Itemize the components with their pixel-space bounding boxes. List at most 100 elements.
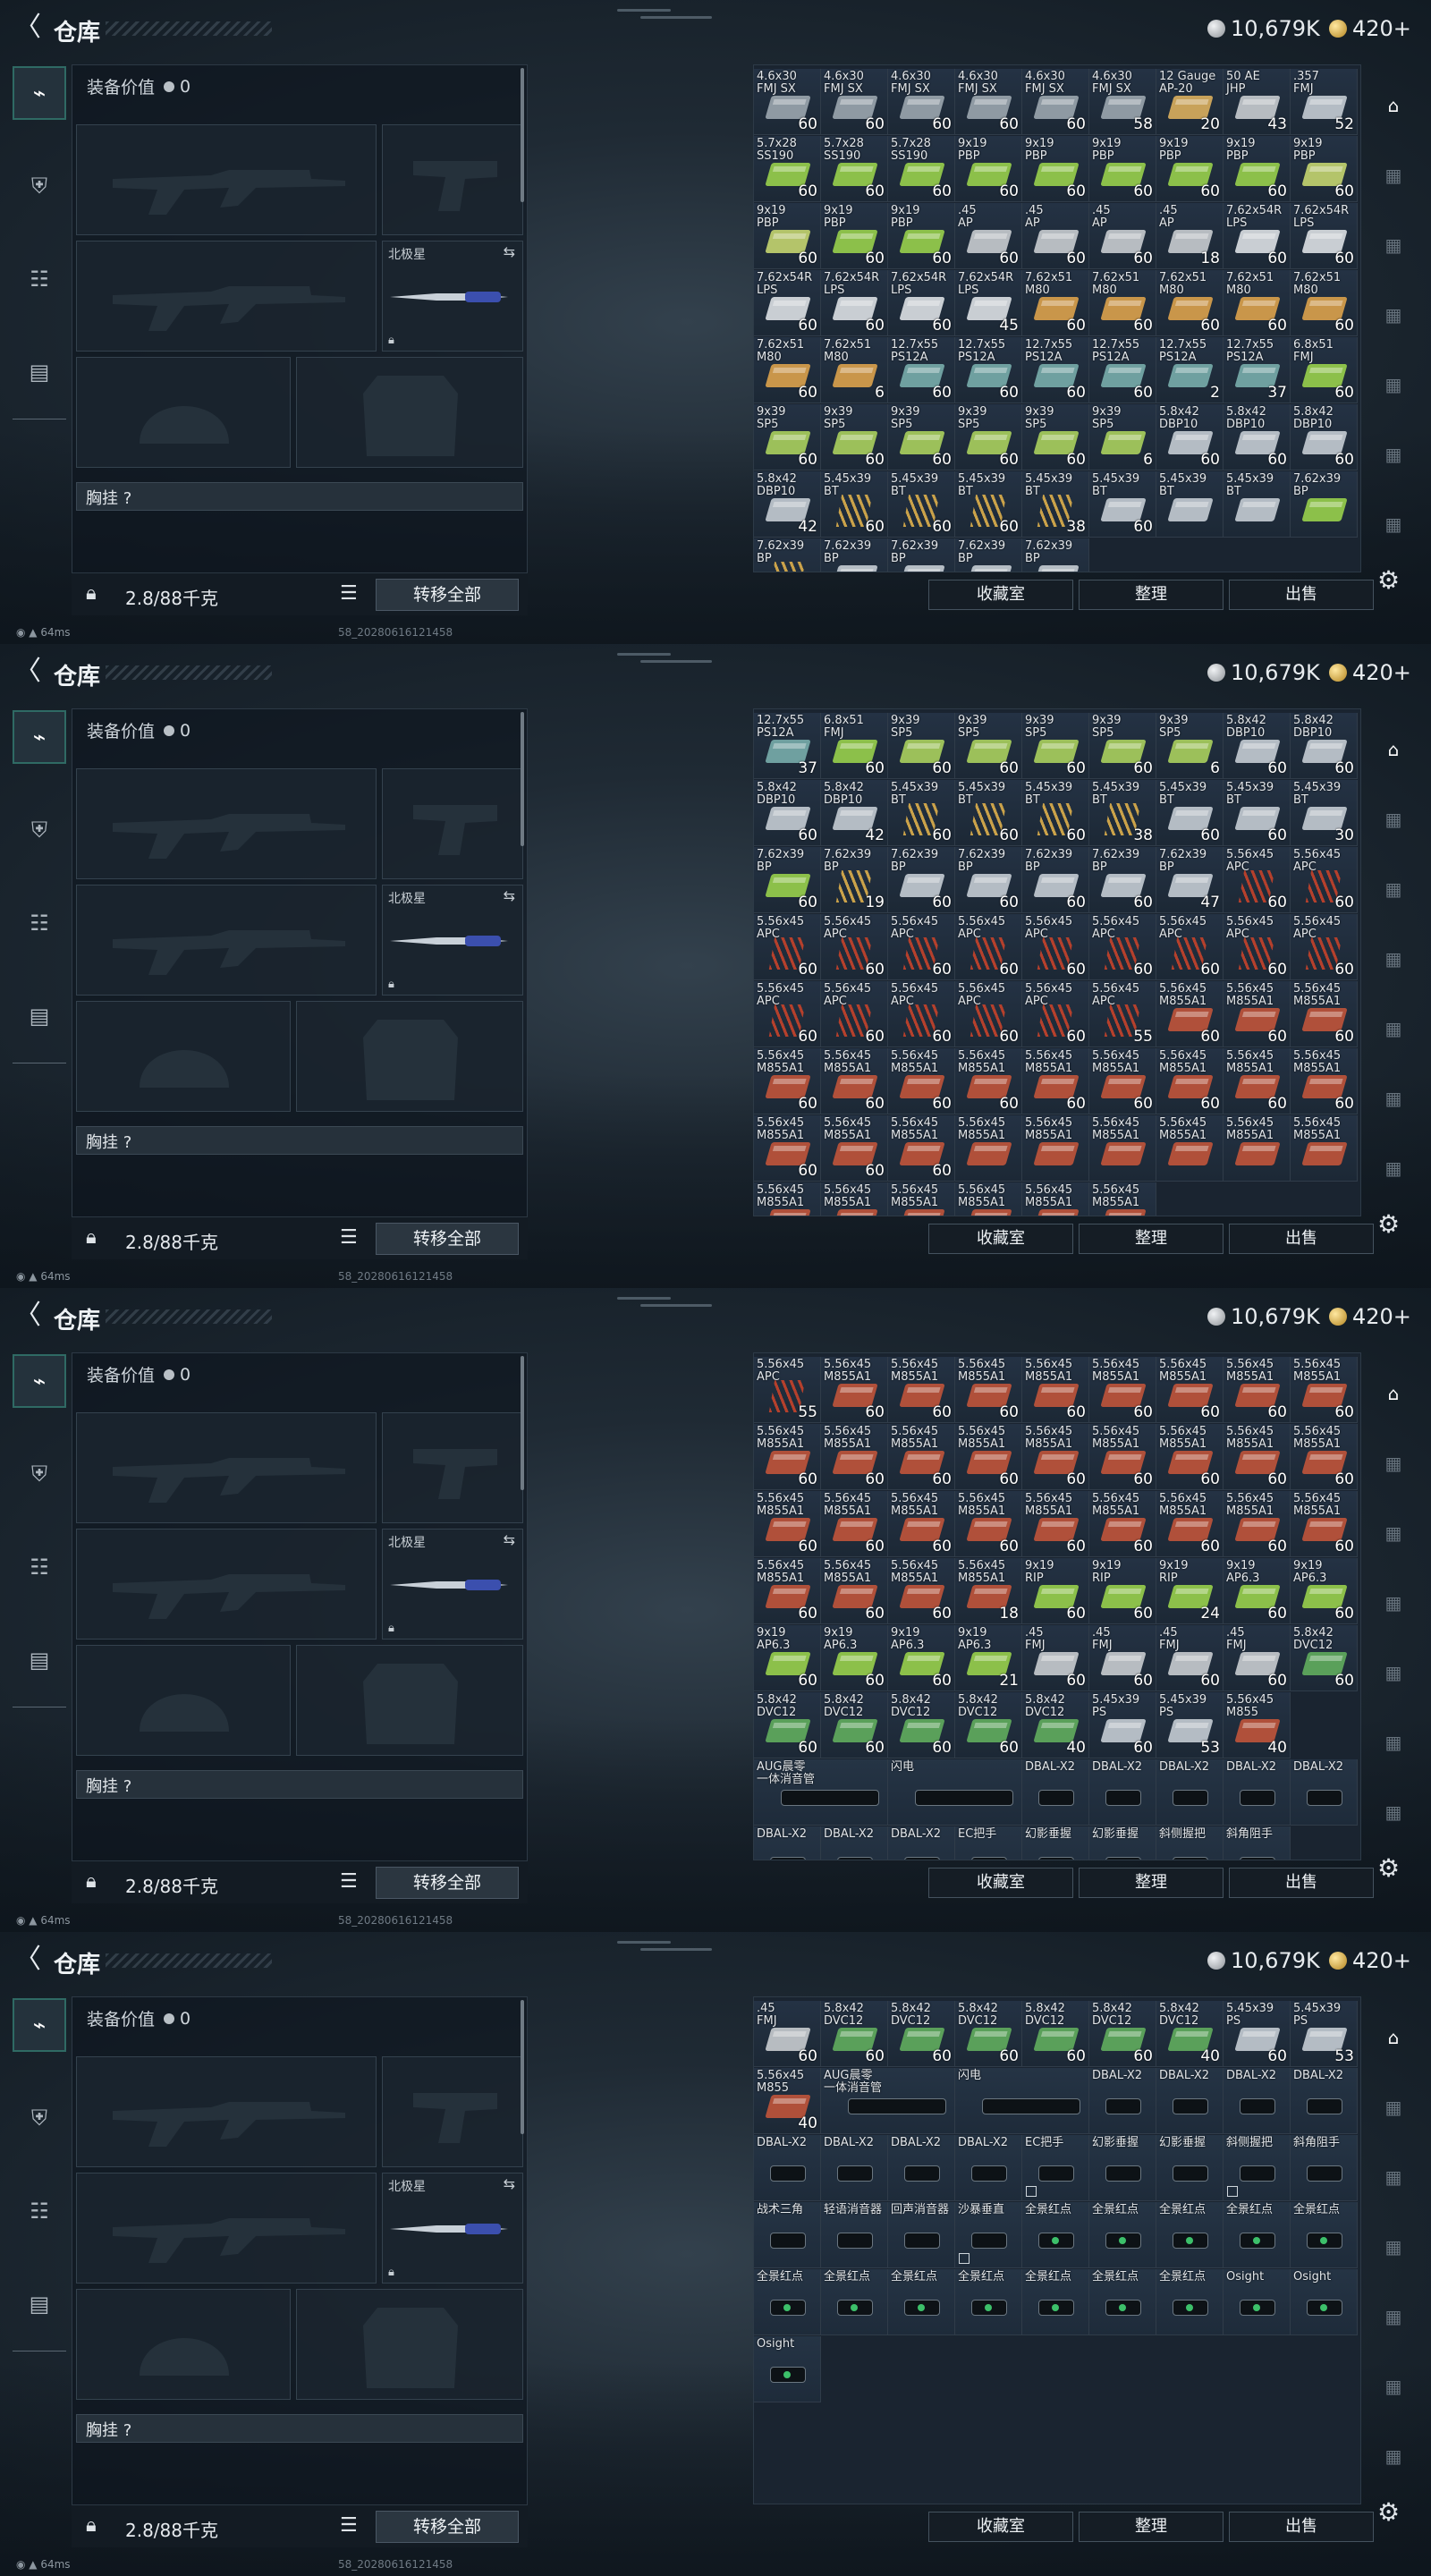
inventory-item[interactable]: DBAL-X2	[821, 1826, 888, 1860]
equipment-scrollbar[interactable]	[521, 712, 524, 846]
inventory-item[interactable]: 5.8x42 DVC12 60	[1291, 1625, 1358, 1691]
inventory-item[interactable]: 5.56x45 M855 40	[1224, 1692, 1291, 1758]
inventory-item[interactable]: 5.56x45 APC 60	[821, 981, 888, 1047]
storage-tab-6[interactable]: ▦	[1372, 1077, 1415, 1120]
back-button[interactable]: 〈	[14, 14, 41, 41]
inventory-item[interactable]: 9x19 RIP 60	[1089, 1558, 1156, 1624]
storage-tab-2[interactable]: ▦	[1372, 2086, 1415, 2129]
inventory-item[interactable]: 5.56x45 M855A1	[1089, 1115, 1156, 1182]
inventory-item[interactable]: 7.62x51 M80 60	[1089, 270, 1156, 336]
back-button[interactable]: 〈	[14, 658, 41, 685]
inventory-item[interactable]: DBAL-X2	[955, 2135, 1022, 2201]
gold-currency[interactable]: 420+	[1329, 15, 1411, 42]
inventory-item[interactable]: 全景红点	[1156, 2202, 1224, 2268]
inventory-item[interactable]: 5.45x39 BT	[1156, 471, 1224, 538]
inventory-item[interactable]: 5.45x39 BT 60	[955, 780, 1022, 846]
pistol-slot[interactable]	[382, 768, 523, 879]
storage-tab-5[interactable]: ▦	[1372, 1007, 1415, 1050]
nav-armor[interactable]: ⛨	[13, 2091, 66, 2145]
inventory-item[interactable]: 5.56x45 M855A1	[1022, 1115, 1089, 1182]
inventory-item[interactable]: 9x39 SP5 60	[821, 404, 888, 470]
equipment-scrollbar[interactable]	[521, 1356, 524, 1490]
nav-rig[interactable]: ☷	[13, 252, 66, 306]
inventory-item[interactable]: 闪电	[888, 1759, 1022, 1826]
inventory-item[interactable]: 7.62x54R LPS 60	[1224, 203, 1291, 269]
sort-button[interactable]: 整理	[1079, 1224, 1224, 1254]
sort-button[interactable]: 整理	[1079, 2512, 1224, 2542]
inventory-item[interactable]: 5.8x42 DVC12 60	[955, 2001, 1022, 2067]
armor-slot[interactable]	[296, 1645, 523, 1756]
gold-currency[interactable]: 420+	[1329, 1303, 1411, 1330]
inventory-item[interactable]: EC把手	[955, 1826, 1022, 1860]
nav-backpack[interactable]: ▤	[13, 1633, 66, 1687]
inventory-item[interactable]: 5.56x45 APC 60	[888, 914, 955, 980]
storage-tab-7[interactable]: ▦	[1372, 2435, 1415, 2478]
inventory-item[interactable]: DBAL-X2	[1224, 2068, 1291, 2134]
inventory-item[interactable]: 5.8x42 DBP10 42	[821, 780, 888, 846]
inventory-item[interactable]: 5.8x42 DVC12 40	[1022, 1692, 1089, 1758]
inventory-item[interactable]: DBAL-X2	[888, 1826, 955, 1860]
inventory-item[interactable]: 5.56x45 APC 60	[1224, 914, 1291, 980]
inventory-item[interactable]: 5.56x45 M855A1 60	[1224, 1048, 1291, 1114]
inventory-item[interactable]: 5.56x45 M855A1 60	[821, 1558, 888, 1624]
inventory-item[interactable]: 5.56x45 M855A1 60	[888, 1357, 955, 1423]
inventory-item[interactable]: 5.56x45 M855A1 60	[888, 1491, 955, 1557]
inventory-item[interactable]: 5.8x42 DVC12 60	[1022, 2001, 1089, 2067]
storage-tab-7[interactable]: ▦	[1372, 1791, 1415, 1834]
armor-slot[interactable]	[296, 2289, 523, 2400]
inventory-item[interactable]: 5.8x42 DBP10 60	[1156, 404, 1224, 470]
inventory-item[interactable]: 5.45x39 PS 60	[1224, 2001, 1291, 2067]
inventory-item[interactable]: 斜侧握把	[1156, 1826, 1224, 1860]
inventory-item[interactable]: 5.45x39 BT 60	[1089, 471, 1156, 538]
nav-rig[interactable]: ☷	[13, 896, 66, 950]
storage-tab-4[interactable]: ▦	[1372, 293, 1415, 336]
settings-gear-icon[interactable]: ⚙	[1377, 565, 1400, 595]
inventory-item[interactable]: .45 AP 60	[1022, 203, 1089, 269]
secondary-weapon-slot[interactable]	[76, 241, 377, 352]
warehouse-grid[interactable]: 5.56x45 APC 55 5.56x45 M855A1 60 5.56x45 M85…	[753, 1352, 1361, 1860]
inventory-item[interactable]: 5.45x39 BT 60	[1156, 780, 1224, 846]
inventory-item[interactable]: 幻影垂握	[1156, 2135, 1224, 2201]
helmet-slot[interactable]	[76, 1001, 291, 1112]
pistol-slot[interactable]	[382, 1412, 523, 1523]
inventory-item[interactable]: 7.62x39 BP	[754, 538, 821, 572]
collection-button[interactable]: 收藏室	[928, 2512, 1073, 2542]
inventory-item[interactable]: 5.56x45 M855A1 60	[754, 1491, 821, 1557]
inventory-item[interactable]: 5.45x39 BT 60	[955, 471, 1022, 538]
inventory-item[interactable]: 5.56x45 M855A1 60	[955, 1491, 1022, 1557]
inventory-item[interactable]: 5.56x45 APC 60	[955, 981, 1022, 1047]
inventory-item[interactable]: 5.8x42 DVC12 40	[1156, 2001, 1224, 2067]
warehouse-grid[interactable]: 12.7x55 PS12A 37 6.8x51 FMJ 60 9x39 SP5 60 9x3…	[753, 708, 1361, 1216]
inventory-item[interactable]: 5.56x45 M855A1	[821, 1182, 888, 1216]
inventory-item[interactable]: 5.56x45 M855A1	[1156, 1115, 1224, 1182]
inventory-item[interactable]: DBAL-X2	[1022, 1759, 1089, 1826]
inventory-item[interactable]: 5.56x45 M855A1 60	[1156, 1048, 1224, 1114]
inventory-item[interactable]: 9x19 PBP 60	[1291, 136, 1358, 202]
inventory-item[interactable]: 5.56x45 M855A1 60	[821, 1424, 888, 1490]
inventory-item[interactable]: DBAL-X2	[888, 2135, 955, 2201]
inventory-item[interactable]: Osight	[754, 2336, 821, 2402]
inventory-item[interactable]: 9x39 SP5 60	[955, 404, 1022, 470]
inventory-item[interactable]: 5.56x45 M855A1	[955, 1115, 1022, 1182]
inventory-item[interactable]: DBAL-X2	[754, 1826, 821, 1860]
storage-tab-6[interactable]: ▦	[1372, 433, 1415, 476]
transfer-all-button[interactable]: 转移全部	[376, 1867, 519, 1899]
inventory-item[interactable]: 7.62x51 M80 60	[1224, 270, 1291, 336]
armor-slot[interactable]	[296, 357, 523, 468]
inventory-item[interactable]: 7.62x54R LPS 60	[1291, 203, 1358, 269]
inventory-item[interactable]: 5.56x45 APC 60	[1022, 914, 1089, 980]
nav-armor[interactable]: ⛨	[13, 1447, 66, 1501]
transfer-all-button[interactable]: 转移全部	[376, 2511, 519, 2543]
back-button[interactable]: 〈	[14, 1946, 41, 1973]
storage-tab-6[interactable]: ▦	[1372, 1721, 1415, 1764]
inventory-item[interactable]: 5.56x45 M855A1 60	[821, 1048, 888, 1114]
inventory-item[interactable]: 5.56x45 M855A1 60	[1156, 1491, 1224, 1557]
inventory-item[interactable]: 5.56x45 M855A1 60	[888, 1048, 955, 1114]
chest-rig-header[interactable]: 胸挂 ?	[76, 1126, 523, 1155]
inventory-item[interactable]: 7.62x54R LPS 60	[754, 270, 821, 336]
list-icon[interactable]: ☰	[340, 1226, 358, 1249]
inventory-item[interactable]: 5.56x45 M855A1 60	[1089, 1357, 1156, 1423]
sell-button[interactable]: 出售	[1229, 580, 1374, 610]
inventory-item[interactable]: 9x19 AP6.3 60	[754, 1625, 821, 1691]
melee-slot[interactable]: 北极星 ⇆ 🔒︎	[382, 885, 523, 996]
